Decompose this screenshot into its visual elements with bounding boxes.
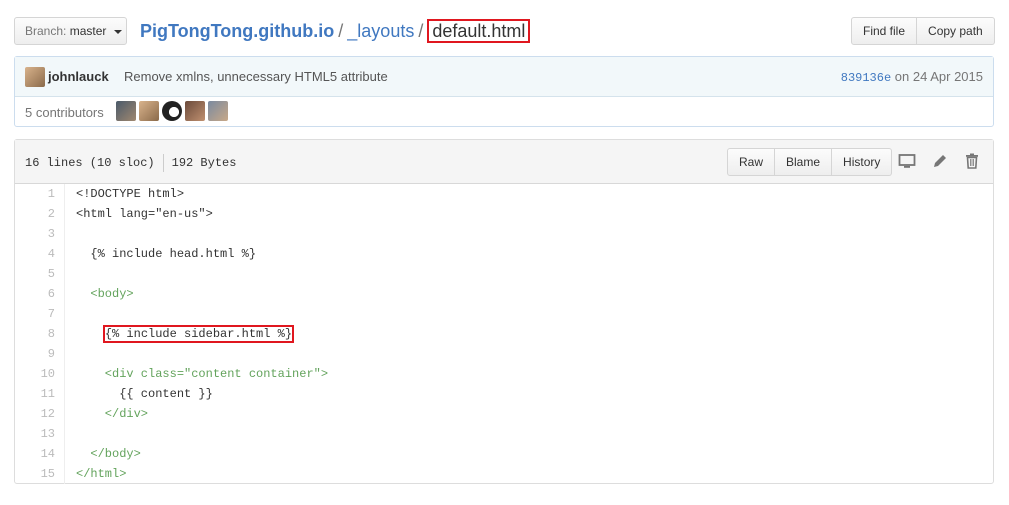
- line-number[interactable]: 5: [15, 264, 55, 284]
- code-text: <div class="content container">: [76, 367, 329, 381]
- commit-sha-link[interactable]: 839136e: [841, 71, 891, 85]
- code-line: 4 {% include head.html %}: [15, 244, 993, 264]
- code-line: 14 </body>: [15, 444, 993, 464]
- code-text: {% include head.html %}: [76, 247, 257, 261]
- code-text: <html lang="en-us">: [76, 207, 213, 221]
- code-line: 7: [15, 304, 993, 324]
- file-viewer: 16 lines (10 sloc) 192 Bytes Raw Blame Hi…: [14, 139, 994, 484]
- trash-icon[interactable]: [963, 152, 981, 170]
- breadcrumb-separator: /: [338, 21, 344, 41]
- line-number[interactable]: 14: [15, 444, 55, 464]
- code-text: </body>: [76, 447, 141, 461]
- file-lines-info: 16 lines (10 sloc): [25, 156, 155, 171]
- code-line: 13: [15, 424, 993, 444]
- file-header: 16 lines (10 sloc) 192 Bytes Raw Blame Hi…: [15, 140, 993, 184]
- file-info: 16 lines (10 sloc) 192 Bytes: [25, 154, 236, 172]
- commit-meta: 839136e on 24 Apr 2015: [841, 69, 983, 85]
- line-number[interactable]: 12: [15, 404, 55, 424]
- branch-selector-button[interactable]: Branch: master: [14, 17, 127, 45]
- line-number[interactable]: 9: [15, 344, 55, 364]
- code-line: 6 <body>: [15, 284, 993, 304]
- avatar[interactable]: [25, 67, 45, 87]
- breadcrumb-repo-link[interactable]: PigTongTong.github.io: [140, 21, 334, 41]
- commit-message-link[interactable]: Remove xmlns, unnecessary HTML5 attribut…: [124, 69, 388, 84]
- blame-button[interactable]: Blame: [775, 148, 833, 176]
- code-line: 12 </div>: [15, 404, 993, 424]
- caret-down-icon: [113, 29, 122, 34]
- avatar[interactable]: [185, 101, 205, 121]
- code-line: 10 <div class="content container">: [15, 364, 993, 384]
- code-text: {{ content }}: [76, 387, 213, 401]
- avatar[interactable]: [116, 101, 136, 121]
- line-number[interactable]: 1: [15, 184, 55, 204]
- avatar[interactable]: [208, 101, 228, 121]
- line-number[interactable]: 4: [15, 244, 55, 264]
- file-nav-button-group: Find file Copy path: [851, 17, 995, 45]
- code-line: 11 {{ content }}: [15, 384, 993, 404]
- contributors-row: 5 contributors: [15, 97, 993, 128]
- line-number[interactable]: 8: [15, 324, 55, 344]
- contributors-count[interactable]: 5 contributors: [25, 105, 104, 120]
- line-number[interactable]: 13: [15, 424, 55, 444]
- code-text: <body>: [76, 287, 134, 301]
- highlighted-include-sidebar: {% include sidebar.html %}: [102, 325, 295, 343]
- file-actions-button-group: Raw Blame History: [727, 148, 893, 176]
- code-line: 1 <!DOCTYPE html>: [15, 184, 993, 204]
- line-number[interactable]: 6: [15, 284, 55, 304]
- branch-value: master: [69, 24, 107, 38]
- code-view: 1 <!DOCTYPE html> 2 <html lang="en-us"> …: [15, 184, 993, 484]
- commit-date: on 24 Apr 2015: [894, 69, 983, 84]
- commit-info-box: johnlauck Remove xmlns, unnecessary HTML…: [14, 56, 994, 127]
- divider: [162, 154, 164, 172]
- breadcrumb-dir-link[interactable]: _layouts: [347, 21, 414, 41]
- code-line: 2 <html lang="en-us">: [15, 204, 993, 224]
- copy-path-button[interactable]: Copy path: [917, 17, 995, 45]
- code-text: </div>: [76, 407, 149, 421]
- line-number[interactable]: 3: [15, 224, 55, 244]
- line-number[interactable]: 10: [15, 364, 55, 384]
- line-number[interactable]: 11: [15, 384, 55, 404]
- history-button[interactable]: History: [832, 148, 893, 176]
- avatar[interactable]: [162, 101, 182, 121]
- commit-author-link[interactable]: johnlauck: [48, 69, 109, 84]
- file-size: 192 Bytes: [171, 156, 237, 171]
- line-number[interactable]: 15: [15, 464, 55, 484]
- breadcrumb-separator: /: [418, 21, 424, 41]
- avatar[interactable]: [139, 101, 159, 121]
- line-number[interactable]: 2: [15, 204, 55, 224]
- branch-label: Branch:: [25, 24, 67, 38]
- code-line: 15 </html>: [15, 464, 993, 484]
- code-text: <!DOCTYPE html>: [76, 187, 185, 201]
- code-line: 3: [15, 224, 993, 244]
- code-text: </html>: [76, 467, 127, 481]
- raw-button[interactable]: Raw: [727, 148, 776, 176]
- latest-commit-row: johnlauck Remove xmlns, unnecessary HTML…: [15, 57, 993, 97]
- line-number[interactable]: 7: [15, 304, 55, 324]
- desktop-icon[interactable]: [898, 152, 916, 170]
- contributor-avatars: [116, 101, 228, 121]
- breadcrumb-file-name: default.html: [427, 19, 531, 43]
- breadcrumb: PigTongTong.github.io / _layouts / default.h…: [140, 17, 531, 45]
- pencil-icon[interactable]: [931, 152, 949, 170]
- code-line: 5: [15, 264, 993, 284]
- code-text: {% include sidebar.html %}: [76, 324, 295, 344]
- code-line: 9: [15, 344, 993, 364]
- find-file-button[interactable]: Find file: [851, 17, 918, 45]
- code-line: 8 {% include sidebar.html %}: [15, 324, 993, 344]
